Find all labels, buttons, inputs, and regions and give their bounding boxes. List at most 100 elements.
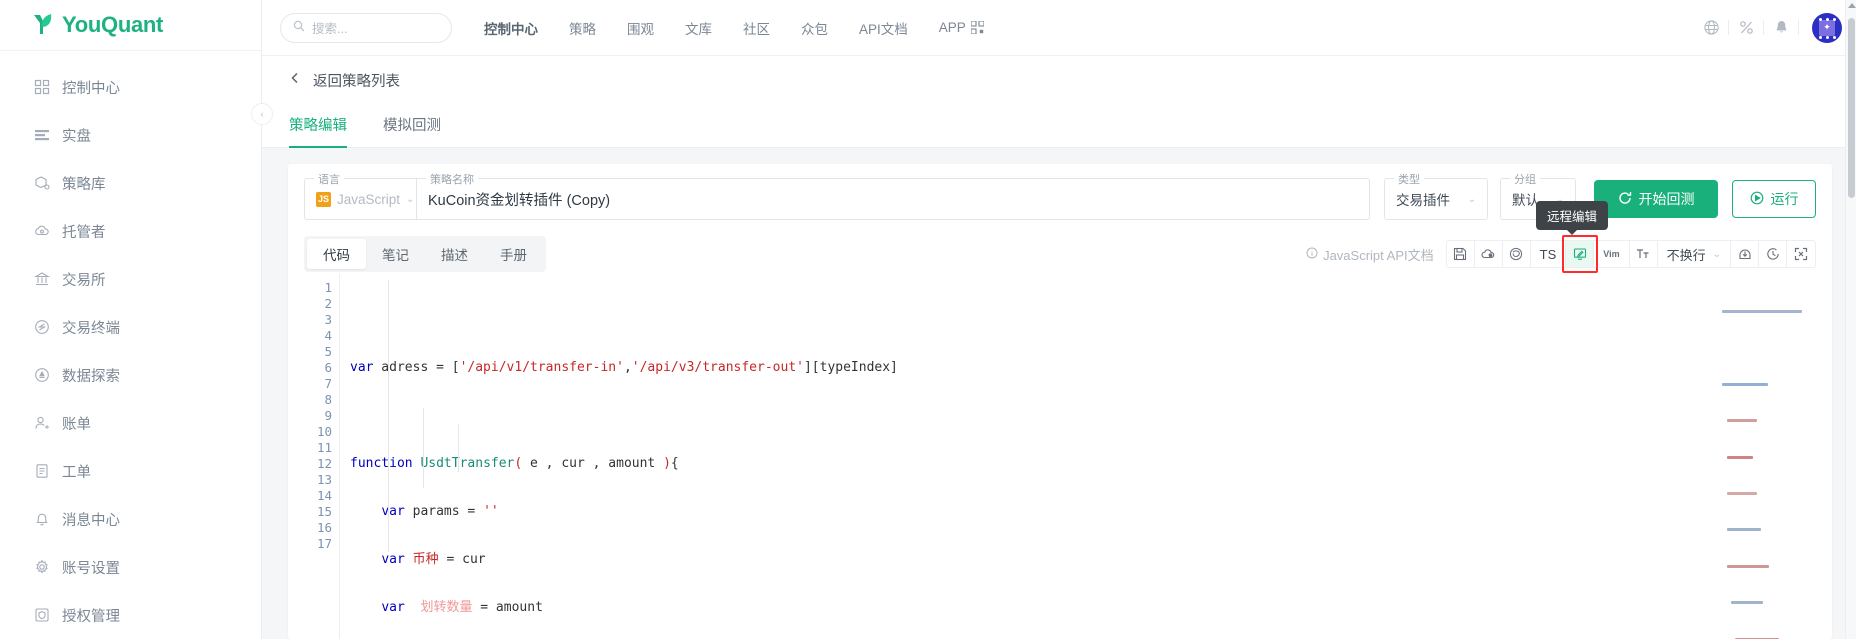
top-nav-item-strategy[interactable]: 策略: [569, 18, 596, 38]
line-number: 4: [304, 328, 332, 344]
bank-icon: [33, 270, 51, 288]
typescript-toggle[interactable]: TS: [1531, 241, 1567, 267]
content-area: ‹ 返回策略列表 策略编辑 模拟回测 语言 JS: [262, 56, 1856, 639]
sidebar-item-label: 工单: [62, 461, 91, 482]
top-nav-item-crowdsource[interactable]: 众包: [801, 18, 828, 38]
gear-icon: [33, 558, 51, 576]
logo-text: YouQuant: [62, 12, 163, 38]
sidebar-item-host[interactable]: 托管者: [0, 207, 261, 255]
vim-mode-toggle[interactable]: Vim: [1594, 241, 1629, 267]
back-to-strategy-list[interactable]: 返回策略列表: [262, 56, 1856, 104]
sidebar-item-account-settings[interactable]: 账号设置: [0, 543, 261, 591]
play-icon: [1750, 191, 1771, 208]
wrap-label: 不换行: [1667, 245, 1706, 264]
sidebar-item-live[interactable]: 实盘: [0, 111, 261, 159]
editor-tab-code[interactable]: 代码: [307, 239, 366, 269]
fullscreen-icon[interactable]: [1787, 241, 1815, 267]
editor-tab-description[interactable]: 描述: [425, 239, 484, 269]
sidebar-item-data-explore[interactable]: 数据探索: [0, 351, 261, 399]
sidebar-item-exchange[interactable]: 交易所: [0, 255, 261, 303]
line-number: 15: [304, 504, 332, 520]
cube-icon: [33, 174, 51, 192]
top-nav-item-community[interactable]: 社区: [743, 18, 770, 38]
type-legend: 类型: [1394, 171, 1424, 187]
line-number: 9: [304, 408, 332, 424]
editor-tabs: 代码 笔记 描述 手册: [304, 236, 546, 272]
editor-tab-notes[interactable]: 笔记: [366, 239, 425, 269]
bell-icon: [33, 510, 51, 528]
wrap-select[interactable]: 不换行 ⌄: [1658, 241, 1731, 267]
line-number: 8: [304, 392, 332, 408]
top-nav-item-library[interactable]: 文库: [685, 18, 712, 38]
sidebar-item-ticket[interactable]: 工单: [0, 447, 261, 495]
scroll-thumb[interactable]: [1848, 18, 1855, 198]
avatar[interactable]: ✦: [1812, 13, 1842, 43]
tab-strategy-edit[interactable]: 策略编辑: [289, 114, 347, 148]
sidebar-item-label: 账单: [62, 413, 91, 434]
start-backtest-button[interactable]: 开始回测: [1594, 180, 1718, 218]
sidebar-item-strategy-library[interactable]: 策略库: [0, 159, 261, 207]
sidebar-item-terminal[interactable]: 交易终端: [0, 303, 261, 351]
main-column: 搜索... 控制中心 策略 围观 文库 社区 众包 API文档 APP: [262, 0, 1856, 639]
line-number-gutter: 1 2 3 4 5 6 7 8 9 10 11: [304, 274, 340, 639]
code-editor: 代码 笔记 描述 手册 JavaScript API文档: [304, 234, 1816, 639]
chevron-left-icon: [289, 72, 313, 88]
list-icon: [33, 126, 51, 144]
download-icon[interactable]: [1731, 241, 1759, 267]
data-icon: [33, 366, 51, 384]
app-root: YouQuant 控制中心 实盘 策略库 托管者 交易所: [0, 0, 1856, 639]
language-value: JavaScript: [337, 192, 400, 207]
code-line: var adress = ['/api/v1/transfer-in','/ap…: [350, 360, 1816, 376]
toolbar-group-1: TS Vim 不换行 ⌄: [1446, 240, 1816, 268]
sidebar-item-label: 策略库: [62, 173, 106, 194]
strategy-card: 语言 JS JavaScript ⌄ 策略名称 KuCoin资金划转插件 (Co…: [288, 164, 1832, 639]
sidebar: YouQuant 控制中心 实盘 策略库 托管者 交易所: [0, 0, 262, 639]
ai-assistant-icon[interactable]: [1503, 241, 1531, 267]
logo[interactable]: YouQuant: [0, 0, 261, 51]
api-doc-label: JavaScript API文档: [1323, 245, 1434, 264]
code-area[interactable]: 1 2 3 4 5 6 7 8 9 10 11: [304, 274, 1816, 639]
sidebar-item-bill[interactable]: 账单: [0, 399, 261, 447]
sidebar-item-label: 消息中心: [62, 509, 120, 530]
cloud-upload-icon[interactable]: [1475, 241, 1503, 267]
code-line: function UsdtTransfer( e , cur , amount …: [350, 456, 1816, 472]
group-value: 默认: [1512, 189, 1539, 209]
sidebar-item-dashboard[interactable]: 控制中心: [0, 63, 261, 111]
page-scrollbar[interactable]: [1845, 0, 1856, 639]
top-nav-item-app[interactable]: APP: [939, 20, 984, 35]
run-button[interactable]: 运行: [1732, 180, 1816, 218]
search-input[interactable]: 搜索...: [280, 13, 452, 43]
bell-icon[interactable]: [1764, 11, 1798, 45]
history-icon[interactable]: [1759, 241, 1787, 267]
top-nav-item-watch[interactable]: 围观: [627, 18, 654, 38]
code-minimap[interactable]: [1722, 278, 1806, 350]
top-nav-item-dashboard[interactable]: 控制中心: [484, 18, 538, 38]
type-select[interactable]: 类型 交易插件 ⌄: [1384, 178, 1488, 220]
back-label: 返回策略列表: [313, 70, 400, 91]
sidebar-item-messages[interactable]: 消息中心: [0, 495, 261, 543]
sidebar-item-label: 授权管理: [62, 605, 120, 626]
language-select[interactable]: 语言 JS JavaScript ⌄: [304, 178, 416, 220]
editor-tab-manual[interactable]: 手册: [484, 239, 543, 269]
sidebar-item-label: 交易所: [62, 269, 106, 290]
chevron-down-icon: ⌄: [1462, 194, 1476, 205]
javascript-icon: JS: [316, 192, 331, 207]
scroll-up-arrow[interactable]: [1848, 3, 1856, 8]
remote-edit-icon[interactable]: [1566, 241, 1594, 267]
top-nav: 控制中心 策略 围观 文库 社区 众包 API文档 APP: [484, 18, 1015, 38]
font-size-icon[interactable]: [1630, 241, 1658, 267]
sidebar-collapse-handle[interactable]: ‹: [251, 103, 273, 125]
api-doc-link[interactable]: JavaScript API文档: [1306, 245, 1434, 264]
code-content[interactable]: var adress = ['/api/v1/transfer-in','/ap…: [340, 274, 1816, 639]
line-number: 3: [304, 312, 332, 328]
top-nav-item-api-docs[interactable]: API文档: [859, 18, 908, 38]
info-icon: [1306, 247, 1323, 262]
sidebar-item-label: 实盘: [62, 125, 91, 146]
sidebar-item-authorization[interactable]: 授权管理: [0, 591, 261, 639]
strategy-name-field[interactable]: 策略名称 KuCoin资金划转插件 (Copy): [416, 178, 1370, 220]
tab-simulated-backtest[interactable]: 模拟回测: [383, 114, 441, 148]
topbar-right: ✦: [1694, 11, 1846, 45]
globe-icon[interactable]: [1694, 11, 1728, 45]
percent-slash-icon[interactable]: [1729, 11, 1763, 45]
save-icon[interactable]: [1447, 241, 1475, 267]
